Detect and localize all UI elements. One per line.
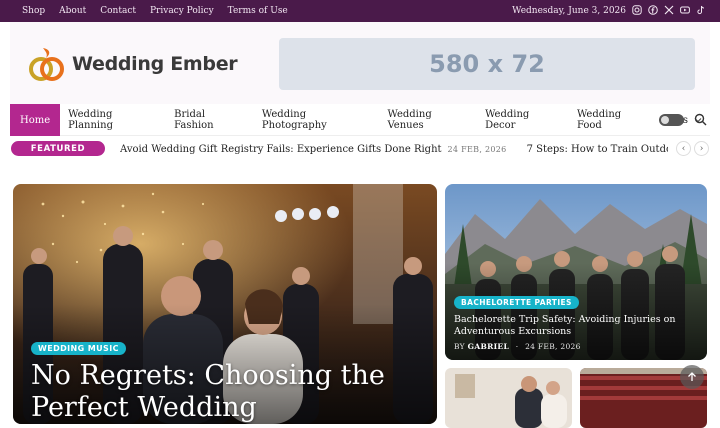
ticker-track: Avoid Wedding Gift Registry Fails: Exper…	[120, 138, 668, 160]
top-link-terms[interactable]: Terms of Use	[228, 6, 288, 16]
nav-item-wedding-planning[interactable]: Wedding Planning	[60, 104, 166, 136]
site-logo[interactable]: Wedding Ember	[26, 44, 238, 84]
ad-banner[interactable]: 580 x 72	[279, 38, 695, 90]
hero-title[interactable]: No Regrets: Choosing the Perfect Wedding	[31, 360, 411, 424]
nav-item-wedding-decor[interactable]: Wedding Decor	[477, 104, 569, 136]
ticker-item-title[interactable]: 7 Steps: How to Train Outdoor Venu	[527, 144, 668, 155]
article-thumbnail[interactable]	[445, 368, 572, 428]
nav-item-home[interactable]: Home	[10, 104, 61, 136]
top-link-about[interactable]: About	[59, 6, 86, 16]
site-header: Wedding Ember 580 x 72	[10, 22, 710, 104]
side-category-badge[interactable]: BACHELORETTE PARTIES	[454, 296, 579, 309]
meta-date: 24 FEB, 2026	[525, 342, 581, 351]
featured-ticker: FEATURED Avoid Wedding Gift Registry Fai…	[10, 138, 710, 160]
youtube-icon[interactable]	[679, 4, 690, 15]
tiktok-icon[interactable]	[695, 4, 706, 15]
site-name: Wedding Ember	[72, 53, 238, 75]
arrow-up-icon	[688, 372, 696, 381]
facebook-icon[interactable]	[647, 4, 658, 15]
current-date: Wednesday, June 3, 2026	[512, 6, 626, 16]
dark-mode-toggle[interactable]	[659, 114, 684, 126]
featured-badge: FEATURED	[11, 141, 105, 156]
ticker-item-date: 24 FEB, 2026	[447, 144, 507, 154]
nav-item-wedding-venues[interactable]: Wedding Venues	[380, 104, 478, 136]
meta-by: BY	[454, 342, 465, 351]
scroll-to-top-button[interactable]	[680, 365, 704, 389]
nav-item-wedding-food[interactable]: Wedding Food	[569, 104, 656, 136]
hero-card[interactable]: WEDDING MUSIC No Regrets: Choosing the P…	[13, 184, 437, 424]
side-article-title[interactable]: Bachelorette Trip Safety: Avoiding Injur…	[454, 314, 694, 338]
hero-category-badge[interactable]: WEDDING MUSIC	[31, 342, 126, 355]
side-article-meta: BY GABRIEL · 24 FEB, 2026	[454, 342, 581, 351]
top-link-shop[interactable]: Shop	[22, 6, 45, 16]
social-links	[631, 4, 706, 15]
nav-item-bridal-fashion[interactable]: Bridal Fashion	[166, 104, 254, 136]
rings-logo-icon	[29, 48, 64, 81]
thumbnail-image	[445, 368, 572, 428]
top-link-contact[interactable]: Contact	[100, 6, 136, 16]
toggle-knob	[661, 116, 669, 124]
x-icon[interactable]	[663, 4, 674, 15]
top-bar: Shop About Contact Privacy Policy Terms …	[0, 0, 720, 22]
search-icon[interactable]	[694, 113, 707, 126]
side-article-card[interactable]: BACHELORETTE PARTIES Bachelorette Trip S…	[445, 184, 707, 360]
main-nav: Home Wedding Planning Bridal Fashion Wed…	[10, 104, 710, 136]
ticker-prev-button[interactable]: ‹	[676, 141, 691, 156]
top-links: Shop About Contact Privacy Policy Terms …	[22, 6, 302, 16]
top-link-privacy[interactable]: Privacy Policy	[150, 6, 214, 16]
ticker-item-title[interactable]: Avoid Wedding Gift Registry Fails: Exper…	[120, 144, 442, 155]
ticker-next-button[interactable]: ›	[694, 141, 709, 156]
meta-author[interactable]: GABRIEL	[468, 342, 509, 351]
nav-item-wedding-photography[interactable]: Wedding Photography	[254, 104, 380, 136]
instagram-icon[interactable]	[631, 4, 642, 15]
